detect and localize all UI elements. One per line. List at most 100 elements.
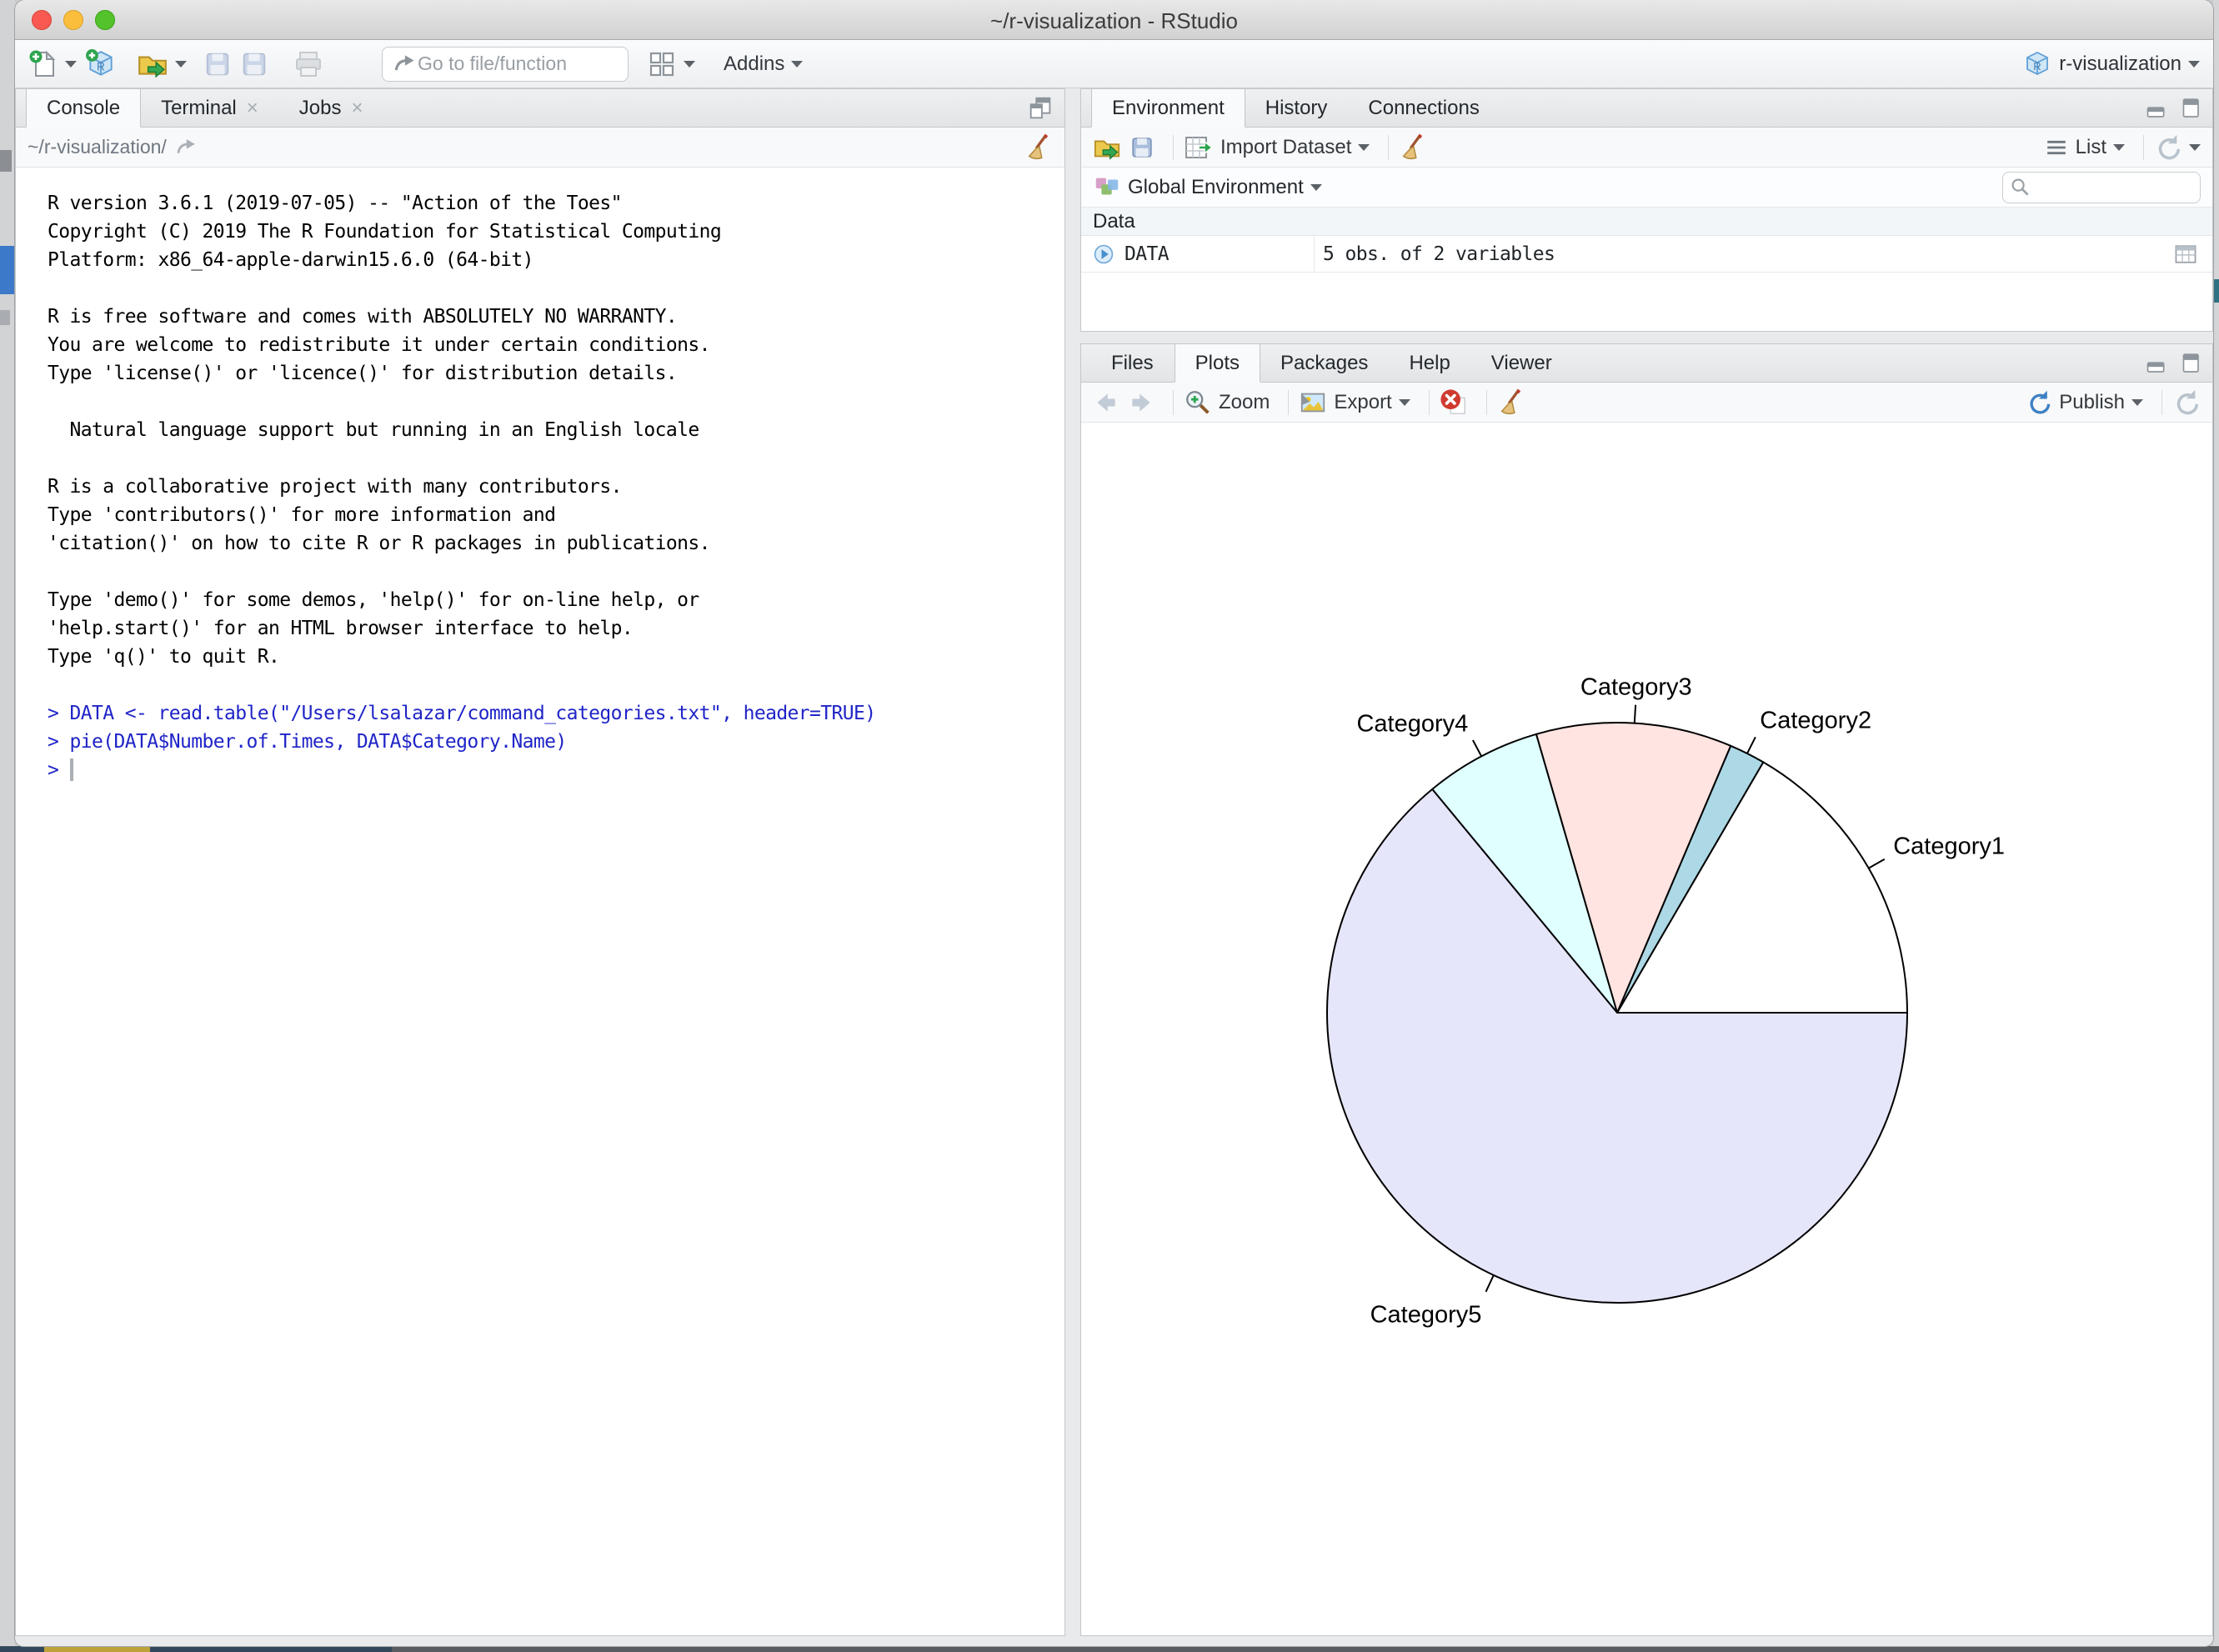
tab-label: Packages (1280, 352, 1368, 375)
restore-pane-icon[interactable] (1026, 94, 1054, 123)
console-line (48, 558, 1064, 586)
tab-label: History (1265, 97, 1328, 120)
tab-environment[interactable]: Environment (1091, 89, 1245, 128)
new-project-button[interactable] (85, 48, 117, 80)
environment-object-row[interactable]: DATA 5 obs. of 2 variables (1081, 236, 2212, 273)
addins-button[interactable]: Addins (717, 53, 803, 76)
clear-console-broom-icon[interactable] (1024, 133, 1053, 162)
plots-tabbar: Files Plots Packages Help Viewer (1081, 344, 2212, 383)
console-line (48, 274, 1064, 303)
background-fragment (0, 150, 12, 172)
remove-plot-button[interactable] (1440, 388, 1468, 417)
console-line: Type 'license()' or 'licence()' for dist… (48, 359, 1064, 388)
zoom-magnifier-icon (1184, 388, 1212, 417)
object-name: DATA (1125, 243, 1169, 265)
global-environment-label[interactable]: Global Environment (1128, 176, 1304, 199)
expand-object-icon[interactable] (1091, 242, 1116, 267)
zoom-plot-button[interactable]: Zoom (1184, 388, 1270, 417)
console-line: > DATA <- read.table("/Users/lsalazar/co… (48, 699, 1064, 728)
window-title: ~/r-visualization - RStudio (15, 8, 2213, 34)
console-line: 'citation()' on how to cite R or R packa… (48, 529, 1064, 558)
tab-history[interactable]: History (1245, 89, 1349, 127)
import-dataset-button[interactable]: Import Dataset (1184, 133, 1370, 163)
background-window-right-sliver (2213, 0, 2219, 1652)
publish-icon (2026, 389, 2052, 416)
refresh-icon (2172, 388, 2201, 417)
open-folder-icon (137, 48, 168, 80)
previous-plot-button[interactable] (1093, 389, 1120, 416)
environment-search-box[interactable] (2002, 172, 2201, 203)
refresh-environment-button[interactable] (2154, 133, 2201, 162)
object-name-cell: DATA (1081, 236, 1315, 272)
background-fragment (2213, 279, 2219, 303)
goto-file-box[interactable] (382, 47, 629, 82)
save-button[interactable] (203, 50, 232, 78)
plot-canvas[interactable]: Category1Category2Category3Category4Cate… (1081, 424, 2212, 1635)
publish-button[interactable]: Publish (2026, 389, 2143, 416)
console-line (48, 671, 1064, 699)
tab-label: Connections (1368, 97, 1479, 120)
chevron-down-icon[interactable] (65, 61, 77, 68)
clear-all-plots-button[interactable] (1497, 388, 1525, 417)
titlebar[interactable]: ~/r-visualization - RStudio (15, 0, 2213, 40)
tab-jobs[interactable]: Jobs × (279, 89, 384, 127)
goto-file-input[interactable] (418, 53, 609, 75)
refresh-plot-button[interactable] (2172, 388, 2201, 417)
close-icon[interactable]: × (247, 97, 258, 120)
load-workspace-button[interactable] (1093, 133, 1121, 162)
minimize-pane-icon[interactable] (2146, 351, 2171, 376)
tab-files[interactable]: Files (1091, 344, 1175, 382)
project-name-label: r-visualization (2059, 53, 2181, 76)
background-fragment (44, 1646, 150, 1652)
environment-view-mode-button[interactable]: List (2044, 135, 2125, 160)
console-line: Type 'demo()' for some demos, 'help()' f… (48, 586, 1064, 614)
maximize-pane-icon[interactable] (2177, 351, 2202, 376)
chevron-down-icon[interactable] (175, 61, 187, 68)
print-icon (293, 49, 323, 79)
next-plot-button[interactable] (1128, 389, 1155, 416)
object-summary: 5 obs. of 2 variables (1323, 243, 1555, 265)
tab-label: Plots (1195, 352, 1240, 375)
grid-icon (647, 49, 677, 79)
publish-label: Publish (2059, 391, 2125, 414)
print-button[interactable] (293, 49, 323, 79)
console-line: R is free software and comes with ABSOLU… (48, 303, 1064, 331)
chevron-down-icon[interactable] (1310, 184, 1322, 191)
tab-plots[interactable]: Plots (1175, 344, 1260, 383)
view-table-icon[interactable] (2172, 241, 2199, 268)
tab-connections[interactable]: Connections (1348, 89, 1500, 127)
tab-terminal[interactable]: Terminal × (141, 89, 279, 127)
export-plot-button[interactable]: Export (1299, 388, 1410, 417)
tab-label: Help (1409, 352, 1450, 375)
goto-directory-icon[interactable] (173, 135, 198, 160)
console-line: > pie(DATA$Number.of.Times, DATA$Categor… (48, 728, 1064, 756)
panes-layout-button[interactable] (647, 49, 695, 79)
pie-label-pointer (1869, 859, 1885, 869)
console-line: Type 'contributors()' for more informati… (48, 501, 1064, 529)
open-file-button[interactable] (137, 48, 187, 80)
minimize-pane-icon[interactable] (2146, 96, 2171, 121)
pie-label-category4: Category4 (1356, 710, 1468, 737)
console-line: Natural language support but running in … (48, 416, 1064, 444)
working-directory-label: ~/r-visualization/ (28, 136, 167, 158)
chevron-down-icon[interactable] (684, 61, 695, 68)
save-all-button[interactable] (240, 50, 268, 78)
tab-help[interactable]: Help (1389, 344, 1470, 382)
tab-viewer[interactable]: Viewer (1471, 344, 1573, 382)
console-output[interactable]: R version 3.6.1 (2019-07-05) -- "Action … (16, 168, 1064, 1635)
close-icon[interactable]: × (351, 97, 363, 120)
maximize-pane-icon[interactable] (2177, 96, 2202, 121)
search-icon (2010, 177, 2031, 198)
save-icon (203, 50, 232, 78)
environment-search-input[interactable] (2031, 177, 2190, 198)
project-menu-button[interactable]: r-visualization (2022, 49, 2200, 79)
pie-label-pointer (1486, 1275, 1494, 1292)
open-folder-icon (1093, 133, 1121, 162)
tab-packages[interactable]: Packages (1260, 344, 1389, 382)
background-fragment (392, 1646, 2219, 1652)
tab-console[interactable]: Console (26, 89, 141, 128)
plots-toolbar: Zoom Export Publi (1081, 383, 2212, 423)
new-file-button[interactable] (28, 49, 77, 79)
clear-environment-button[interactable] (1399, 133, 1427, 162)
save-workspace-button[interactable] (1130, 135, 1155, 160)
